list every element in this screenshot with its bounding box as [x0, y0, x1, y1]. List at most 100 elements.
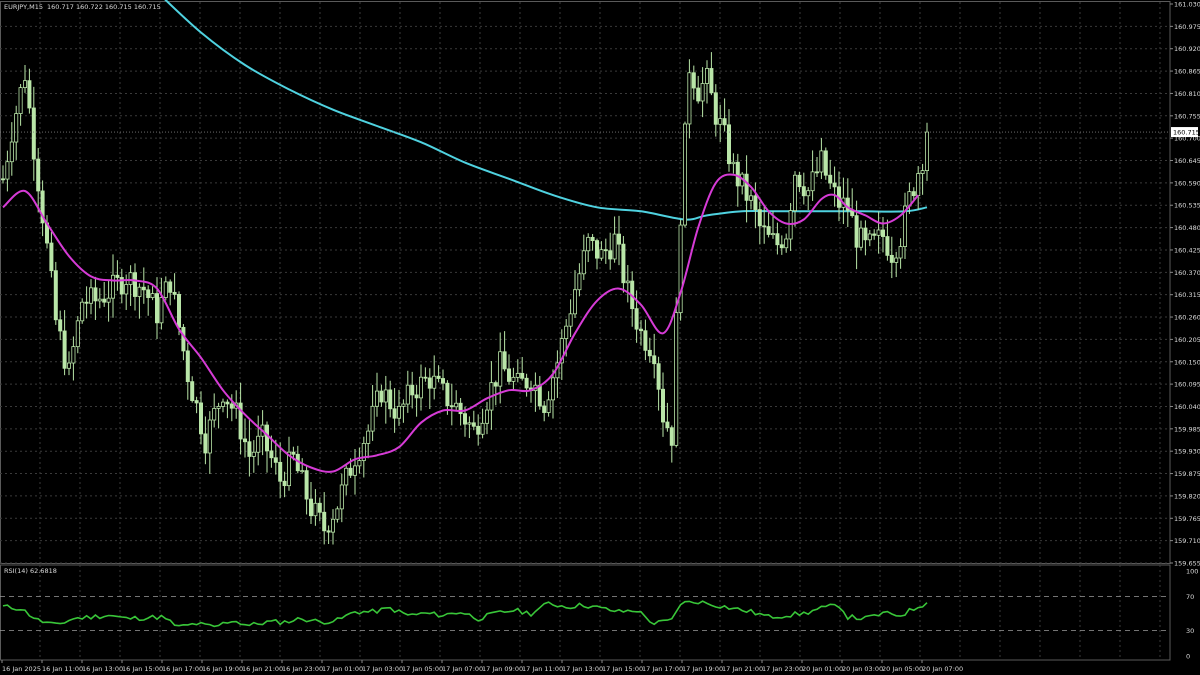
candle-body	[247, 441, 252, 457]
candle-body	[97, 298, 102, 302]
candle-body	[440, 378, 445, 384]
candle-body	[198, 402, 203, 435]
candle-body	[388, 389, 393, 410]
price-tick-label: 160.480	[1174, 224, 1200, 232]
candle-body	[577, 273, 582, 291]
candle-body	[154, 293, 159, 324]
candle-body	[335, 508, 340, 520]
candle-body	[229, 403, 234, 409]
candle-body	[405, 384, 410, 405]
rsi-layer	[0, 596, 1170, 631]
candle-body	[749, 195, 754, 201]
candle-body	[225, 401, 230, 405]
candle-body	[190, 381, 195, 401]
price-tick-label: 159.930	[1174, 448, 1200, 456]
candle-body	[471, 422, 476, 427]
candle-body	[832, 182, 837, 188]
price-tick-label: 159.820	[1174, 492, 1200, 500]
rsi-panel-frame	[0, 564, 1171, 661]
x-tick-label: 20 Jan 07:00	[922, 665, 963, 673]
price-tick-label: 160.590	[1174, 179, 1200, 187]
ma-fast-line	[2, 173, 919, 473]
candle-body	[344, 467, 349, 486]
candle-body	[546, 399, 551, 413]
candle-body	[454, 402, 459, 408]
candle-body	[590, 236, 595, 242]
price-tick-label: 160.150	[1174, 358, 1200, 366]
candle-body	[599, 249, 604, 259]
candle-body	[634, 308, 639, 330]
candle-body	[181, 326, 186, 352]
candle-body	[621, 243, 626, 284]
candle-body	[396, 405, 401, 419]
candle-body	[617, 233, 622, 245]
candle-body	[647, 349, 652, 357]
candle-body	[300, 470, 305, 473]
candle-body	[383, 389, 388, 403]
candle-body	[775, 233, 780, 246]
candle-body	[506, 368, 511, 382]
x-tick-label: 16 Jan 19:00	[202, 665, 243, 673]
price-tick-label: 160.535	[1174, 202, 1200, 210]
candle-body	[348, 467, 353, 476]
candle-body	[718, 118, 723, 125]
candle-body	[731, 161, 736, 165]
trading-chart[interactable]: 16 Jan 2025 16 Jan 11:00 16 Jan 13:00 16 Ja…	[0, 0, 1200, 675]
price-tick-label: 159.710	[1174, 537, 1200, 545]
x-tick-label: 17 Jan 03:00	[362, 665, 403, 673]
candle-body	[304, 470, 309, 500]
candle-body	[449, 405, 454, 408]
candle-body	[111, 274, 116, 299]
candle-body	[18, 87, 23, 114]
grid	[0, 1, 1171, 661]
price-tick-label: 160.095	[1174, 381, 1200, 389]
candle-body	[62, 330, 67, 369]
candle-body	[828, 174, 833, 184]
candle-body	[872, 233, 877, 236]
candle-body	[168, 281, 173, 293]
candle-body	[410, 384, 415, 396]
candle-body	[766, 226, 771, 235]
candle-body	[920, 170, 925, 174]
price-panel-frame	[0, 1, 1171, 564]
candle-body	[427, 377, 432, 389]
price-tick-label: 160.370	[1174, 269, 1200, 277]
x-tick-label: 16 Jan 13:00	[82, 665, 123, 673]
candle-body	[643, 330, 648, 351]
candle-body	[784, 238, 789, 249]
candle-body	[216, 406, 221, 409]
candle-body	[881, 229, 886, 237]
candle-body	[370, 405, 375, 432]
x-tick-label: 17 Jan 07:00	[442, 665, 483, 673]
candle-body	[709, 68, 714, 94]
candle-body	[819, 150, 824, 173]
candle-body	[889, 254, 894, 263]
candle-body	[656, 363, 661, 390]
candle-body	[58, 319, 63, 332]
candle-body	[14, 113, 19, 143]
candle-body	[612, 233, 617, 260]
chart-canvas[interactable]: 16 Jan 2025 16 Jan 11:0016 Jan 13:0016 Ja…	[0, 0, 1200, 675]
candle-body	[436, 375, 441, 379]
candle-body	[220, 401, 225, 407]
x-tick-label: 17 Jan 23:00	[762, 665, 803, 673]
candle-body	[762, 225, 767, 228]
rsi-tick-label: 30	[1186, 627, 1194, 635]
candle-body	[484, 409, 489, 424]
candles	[0, 52, 930, 545]
rsi-tick-label: 0	[1186, 653, 1190, 661]
candle-body	[150, 293, 155, 298]
candle-body	[115, 274, 120, 278]
candle-body	[291, 451, 296, 455]
candle-body	[797, 174, 802, 188]
candle-body	[515, 372, 520, 378]
price-tick-label: 160.315	[1174, 291, 1200, 299]
x-tick-label: 16 Jan 2025	[2, 665, 41, 673]
candle-body	[75, 320, 80, 348]
candle-body	[462, 413, 467, 425]
candle-body	[379, 390, 384, 403]
price-tick-label: 159.875	[1174, 470, 1200, 478]
candle-body	[661, 388, 666, 423]
candle-body	[753, 195, 758, 211]
candle-body	[867, 233, 872, 241]
